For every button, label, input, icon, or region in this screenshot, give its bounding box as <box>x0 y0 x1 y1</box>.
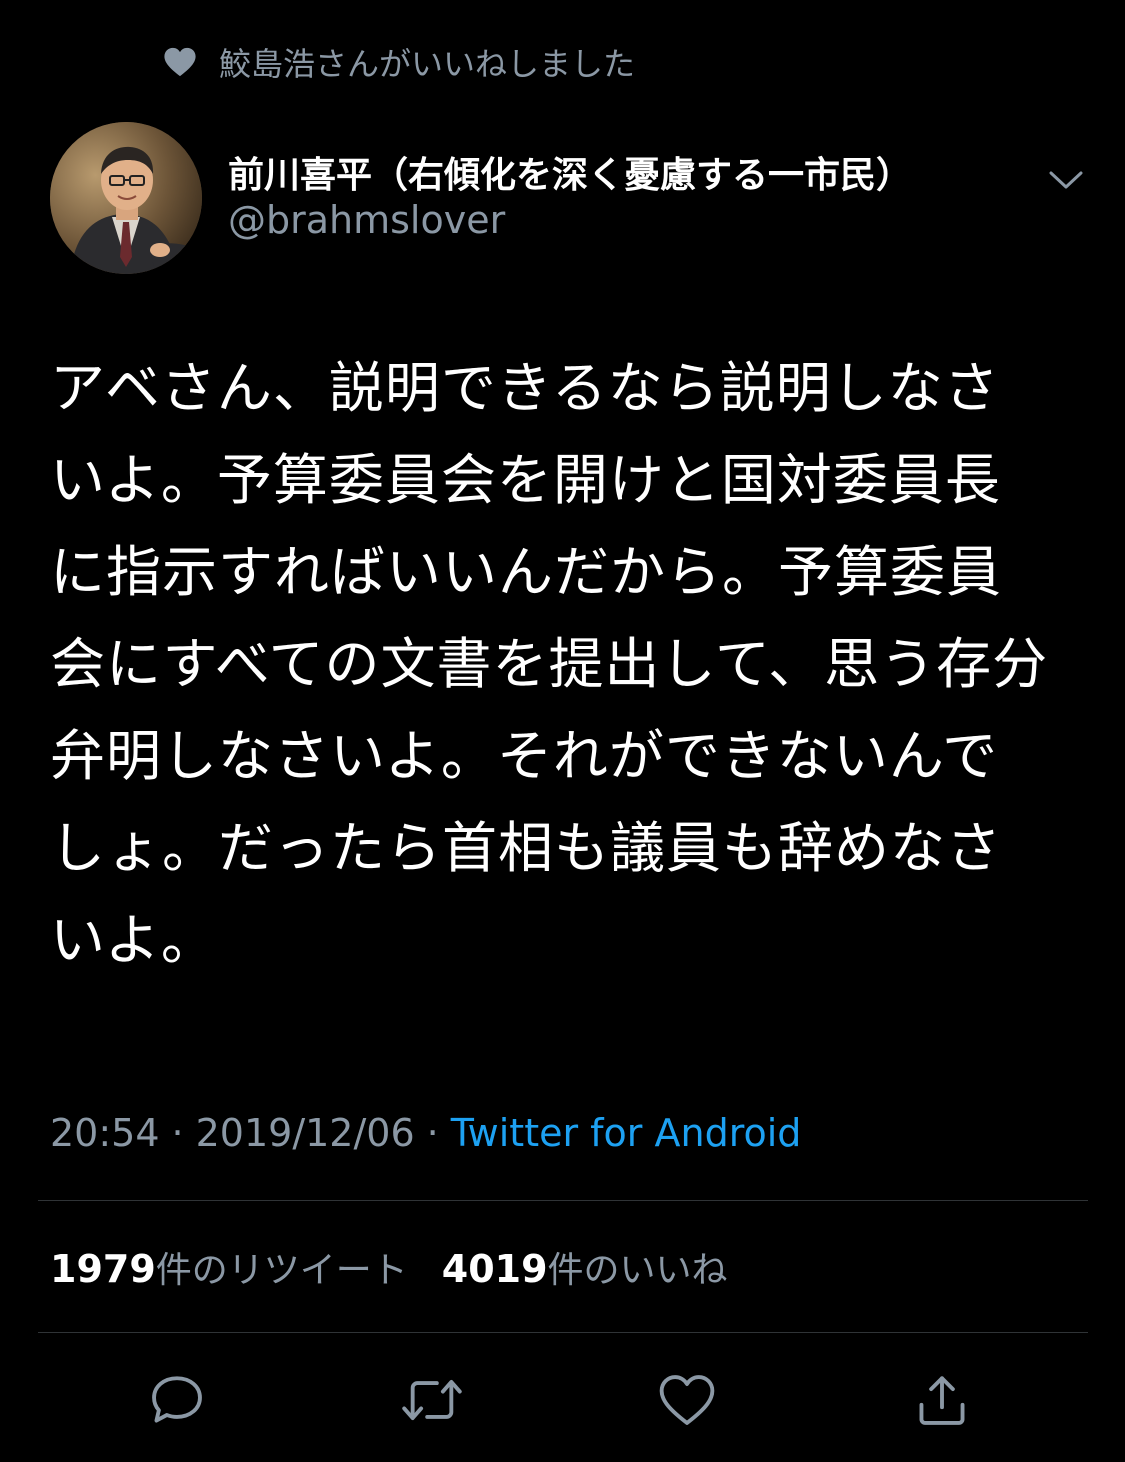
reply-button[interactable] <box>139 1362 215 1438</box>
chevron-down-icon <box>1049 171 1083 189</box>
action-bar <box>0 1362 1125 1438</box>
display-name[interactable]: 前川喜平（右傾化を深く憂慮する一市民） <box>228 146 912 198</box>
like-button[interactable] <box>649 1362 725 1438</box>
likes-label: 件のいいね <box>547 1250 728 1291</box>
meta-separator: · <box>426 1111 439 1155</box>
author-row: 前川喜平（右傾化を深く憂慮する一市民） @brahmslover <box>50 122 1090 276</box>
retweets-label: 件のリツイート <box>155 1250 408 1291</box>
tweet-date: 2019/12/06 <box>195 1111 415 1155</box>
likes-count: 4019 <box>441 1247 548 1291</box>
tweet-text: アベさん、説明できるなら説明しなさいよ。予算委員会を開けと国対委員長に指示すれば… <box>50 356 1049 972</box>
tweet-source-link[interactable]: Twitter for Android <box>451 1111 802 1155</box>
social-context[interactable]: 鮫島浩さんがいいねしました <box>163 38 635 86</box>
retweets-stat[interactable]: 1979件のリツイート <box>50 1241 408 1293</box>
divider <box>38 1200 1088 1201</box>
retweets-count: 1979 <box>50 1247 156 1291</box>
meta-separator: · <box>171 1111 184 1155</box>
tweet-stats: 1979件のリツイート 4019件のいいね <box>50 1242 728 1292</box>
tweet-time: 20:54 <box>50 1111 160 1155</box>
retweet-icon <box>402 1379 462 1421</box>
share-icon <box>919 1376 965 1425</box>
divider <box>38 1332 1088 1333</box>
retweet-button[interactable] <box>394 1362 470 1438</box>
likes-stat[interactable]: 4019件のいいね <box>442 1241 728 1293</box>
social-context-text: 鮫島浩さんがいいねしました <box>219 45 636 83</box>
profile-photo <box>50 122 202 274</box>
user-handle[interactable]: @brahmslover <box>228 198 505 242</box>
tweet-menu-button[interactable] <box>1046 160 1086 200</box>
heart-outline-icon <box>659 1375 715 1425</box>
tweet-meta: 20:54 · 2019/12/06 · Twitter for Android <box>50 1108 801 1158</box>
avatar[interactable] <box>50 122 202 274</box>
reply-icon <box>152 1376 202 1423</box>
heart-icon <box>164 47 196 77</box>
share-button[interactable] <box>904 1362 980 1438</box>
